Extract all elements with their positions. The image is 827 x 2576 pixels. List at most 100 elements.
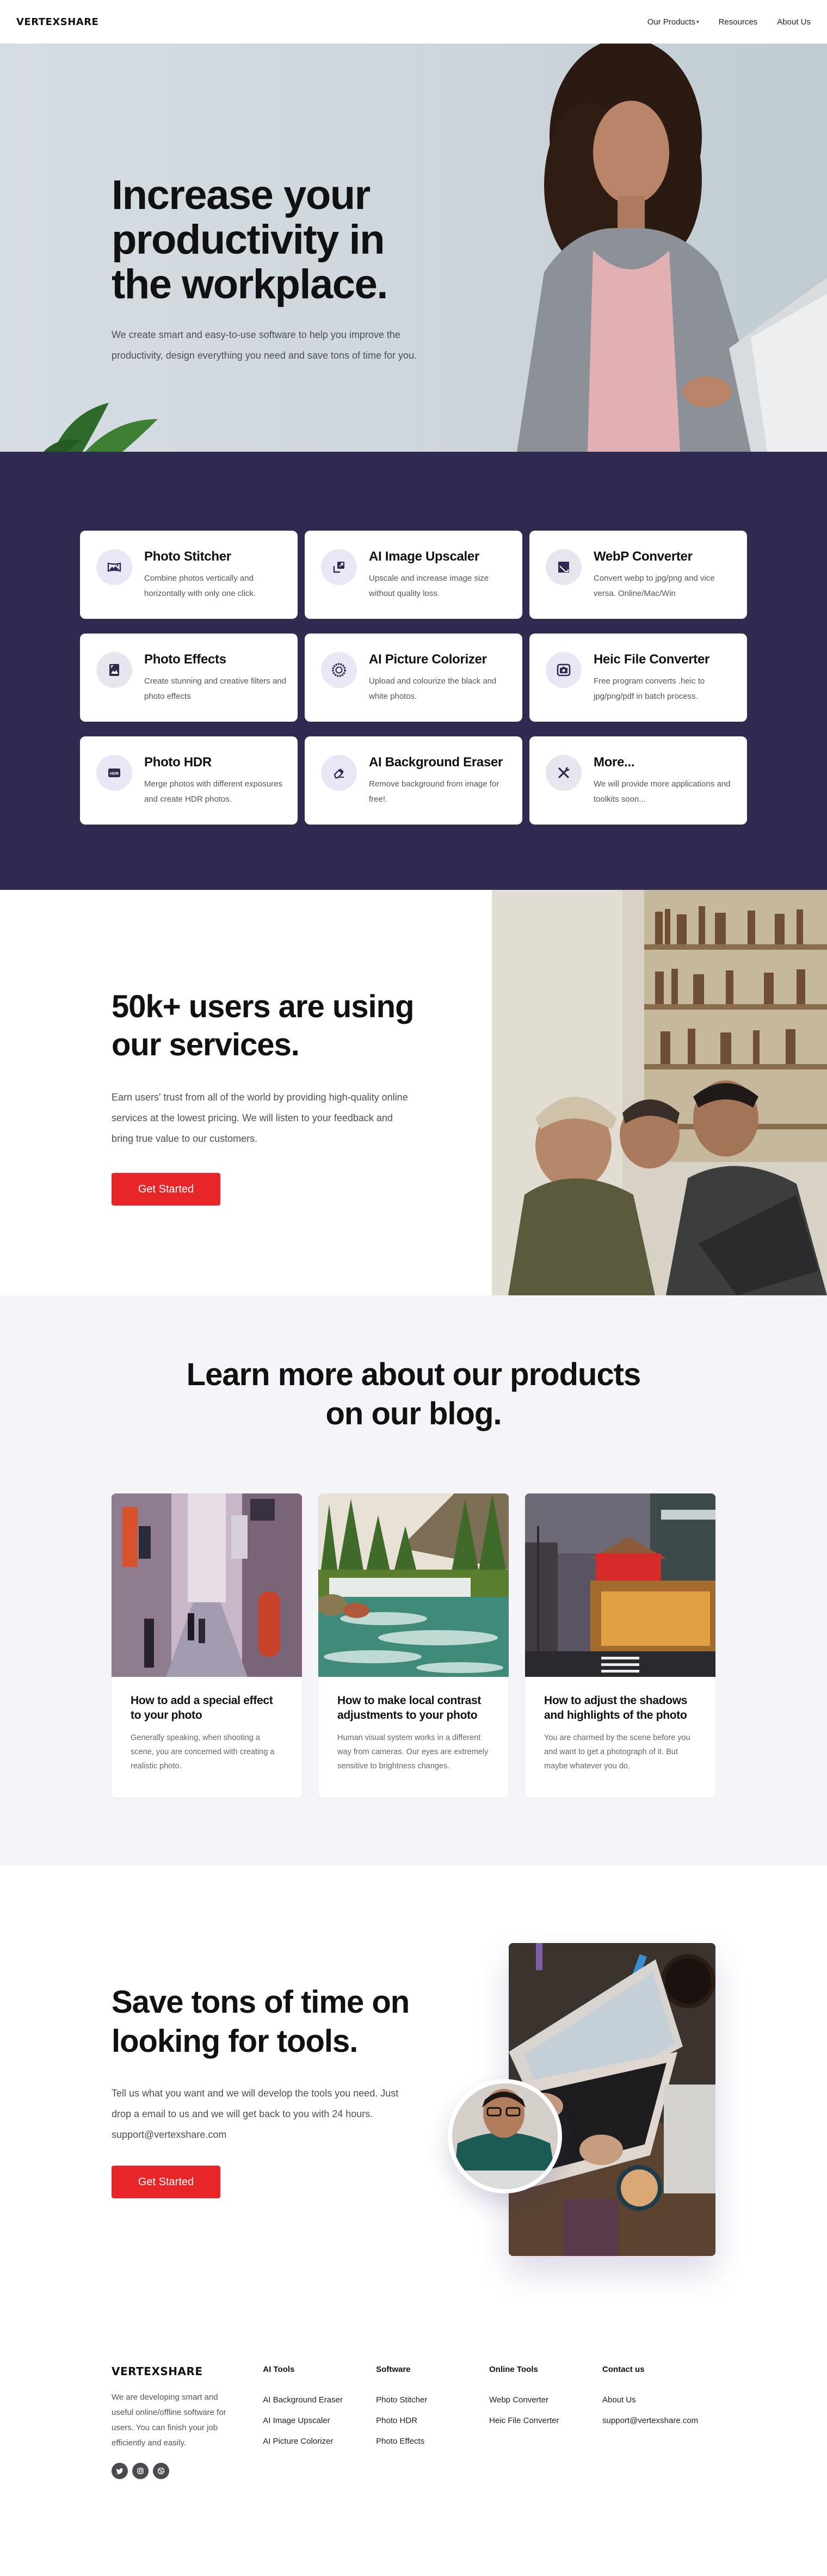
upscale-arrow-icon — [321, 549, 357, 585]
footer-link[interactable]: Heic File Converter — [489, 2416, 559, 2425]
footer-link-about-us[interactable]: About Us — [602, 2395, 636, 2405]
social-links — [112, 2463, 263, 2479]
footer-col-online-tools: Online Tools Webp Converter Heic File Co… — [489, 2363, 602, 2479]
hero-title: Increase your productivity in the workpl… — [112, 172, 388, 308]
blog-card[interactable]: How to add a special effect to your phot… — [112, 1493, 302, 1798]
nav-our-products[interactable]: Our Products ▾ — [647, 17, 699, 27]
blog-title-text: Learn more about our products on our blo… — [186, 1357, 641, 1431]
footer-link[interactable]: AI Image Upscaler — [263, 2416, 330, 2425]
save-time-description: Tell us what you want and we will develo… — [112, 2088, 399, 2140]
footer-col-title: AI Tools — [263, 2365, 295, 2374]
tool-title: AI Picture Colorizer — [369, 652, 487, 667]
footer-inner: VERTEXSHARE We are developing smart and … — [112, 2345, 715, 2479]
tool-title: Photo Stitcher — [144, 549, 231, 564]
footer-link[interactable]: Photo Effects — [376, 2437, 424, 2446]
main-nav: Our Products ▾ Resources About Us — [647, 17, 811, 27]
tool-description: Create stunning and creative filters and… — [144, 677, 286, 701]
footer-link[interactable]: AI Picture Colorizer — [263, 2437, 333, 2446]
twitter-icon[interactable] — [112, 2463, 128, 2479]
tool-card-ai-image-upscaler[interactable]: AI Image Upscaler Upscale and increase i… — [305, 531, 522, 619]
site-footer: VERTEXSHARE We are developing smart and … — [0, 2345, 827, 2503]
footer-link-email[interactable]: support@vertexshare.com — [602, 2416, 698, 2425]
footer-link[interactable]: Photo HDR — [376, 2416, 417, 2425]
dribbble-icon[interactable] — [153, 2463, 169, 2479]
footer-brand: VERTEXSHARE We are developing smart and … — [112, 2363, 263, 2479]
tool-card-ai-background-eraser[interactable]: AI Background Eraser Remove background f… — [305, 736, 522, 825]
get-started-button[interactable]: Get Started — [112, 1173, 220, 1206]
blog-post-excerpt: Human visual system works in a different… — [337, 1733, 489, 1770]
users-section: 50k+ users are using our services. Earn … — [0, 890, 827, 1295]
footer-link[interactable]: Photo Stitcher — [376, 2395, 427, 2405]
team-library-image — [492, 890, 827, 1295]
blog-card-body: How to make local contrast adjustments t… — [318, 1677, 509, 1798]
hdr-icon: HDR — [96, 755, 132, 791]
blog-post-title[interactable]: How to adjust the shadows and highlights… — [544, 1693, 696, 1723]
aperture-icon — [321, 652, 357, 688]
tool-description: We will provide more applications and to… — [594, 779, 731, 804]
footer-link[interactable]: AI Background Eraser — [263, 2395, 343, 2405]
tools-grid: Photo Stitcher Combine photos vertically… — [80, 531, 747, 825]
image-convert-icon — [546, 549, 582, 585]
hero-section: Increase your productivity in the workpl… — [0, 44, 827, 452]
river-forest-image — [318, 1493, 509, 1677]
tool-title: Photo HDR — [144, 755, 212, 770]
footer-col-title: Online Tools — [489, 2365, 538, 2374]
photo-effects-icon — [96, 652, 132, 688]
tool-title: AI Image Upscaler — [369, 549, 479, 564]
hdr-badge-text: HDR — [110, 771, 119, 776]
blog-post-title[interactable]: How to make local contrast adjustments t… — [337, 1693, 490, 1723]
users-title: 50k+ users are using our services. — [112, 989, 415, 1062]
tool-card-photo-effects[interactable]: Photo Effects Create stunning and creati… — [80, 634, 298, 722]
tool-description: Merge photos with different exposures an… — [144, 779, 283, 804]
tool-title: Heic File Converter — [594, 652, 710, 667]
panorama-icon — [96, 549, 132, 585]
tool-card-more[interactable]: More... We will provide more application… — [529, 736, 747, 825]
eraser-icon — [321, 755, 357, 791]
tool-card-heic-file-converter[interactable]: Heic File Converter Free program convert… — [529, 634, 747, 722]
blog-section-title: Learn more about our products on our blo… — [0, 1355, 827, 1434]
blog-card-body: How to add a special effect to your phot… — [112, 1677, 302, 1798]
tool-card-photo-stitcher[interactable]: Photo Stitcher Combine photos vertically… — [80, 531, 298, 619]
nav-about-us[interactable]: About Us — [777, 17, 811, 27]
tool-description: Free program converts .heic to jpg/png/p… — [594, 677, 705, 701]
tool-title: WebP Converter — [594, 549, 693, 564]
footer-col-software: Software Photo Stitcher Photo HDR Photo … — [376, 2363, 489, 2479]
tool-description: Upload and colourize the black and white… — [369, 677, 497, 701]
save-time-title: Save tons of time on looking for tools. — [112, 1984, 410, 2059]
footer-link[interactable]: Webp Converter — [489, 2395, 548, 2405]
blog-card[interactable]: How to adjust the shadows and highlights… — [525, 1493, 715, 1798]
tool-title: AI Background Eraser — [369, 755, 503, 770]
tool-title: More... — [594, 755, 635, 770]
tool-title: Photo Effects — [144, 652, 226, 667]
caret-down-icon: ▾ — [696, 19, 699, 24]
users-description: Earn users' trust from all of the world … — [112, 1092, 408, 1144]
footer-col-contact: Contact us About Us support@vertexshare.… — [602, 2363, 715, 2479]
tool-description: Remove background from image for free!. — [369, 779, 499, 804]
footer-about: We are developing smart and useful onlin… — [112, 2393, 226, 2448]
nav-our-products-label: Our Products — [647, 17, 696, 27]
blog-card[interactable]: How to make local contrast adjustments t… — [318, 1493, 509, 1798]
footer-col-title: Contact us — [602, 2365, 645, 2374]
plant-decoration-image — [44, 403, 158, 452]
instagram-icon[interactable] — [132, 2463, 149, 2479]
camera-icon — [546, 652, 582, 688]
tools-icon — [546, 755, 582, 791]
hero-woman-laptop-image — [424, 44, 827, 452]
tool-card-webp-converter[interactable]: WebP Converter Convert webp to jpg/png a… — [529, 531, 747, 619]
tool-card-photo-hdr[interactable]: HDR Photo HDR Merge photos with differen… — [80, 736, 298, 825]
tool-card-ai-picture-colorizer[interactable]: AI Picture Colorizer Upload and colouriz… — [305, 634, 522, 722]
hero-description: We create smart and easy-to-use software… — [112, 329, 417, 361]
users-text: 50k+ users are using our services. Earn … — [112, 988, 416, 1206]
tool-description: Combine photos vertically and horizontal… — [144, 574, 256, 598]
footer-col-title: Software — [376, 2365, 411, 2374]
blog-post-title[interactable]: How to add a special effect to your phot… — [131, 1693, 283, 1723]
get-started-button-secondary[interactable]: Get Started — [112, 2166, 220, 2198]
blog-card-body: How to adjust the shadows and highlights… — [525, 1677, 715, 1798]
blog-post-excerpt: You are charmed by the scene before you … — [544, 1733, 690, 1770]
nav-resources[interactable]: Resources — [719, 17, 758, 27]
logo[interactable]: VERTEXSHARE — [16, 16, 98, 28]
tool-description: Convert webp to jpg/png and vice versa. … — [594, 574, 715, 598]
footer-logo[interactable]: VERTEXSHARE — [112, 2365, 263, 2378]
hero-text: Increase your productivity in the workpl… — [112, 173, 427, 366]
blog-post-excerpt: Generally speaking, when shooting a scen… — [131, 1733, 275, 1770]
